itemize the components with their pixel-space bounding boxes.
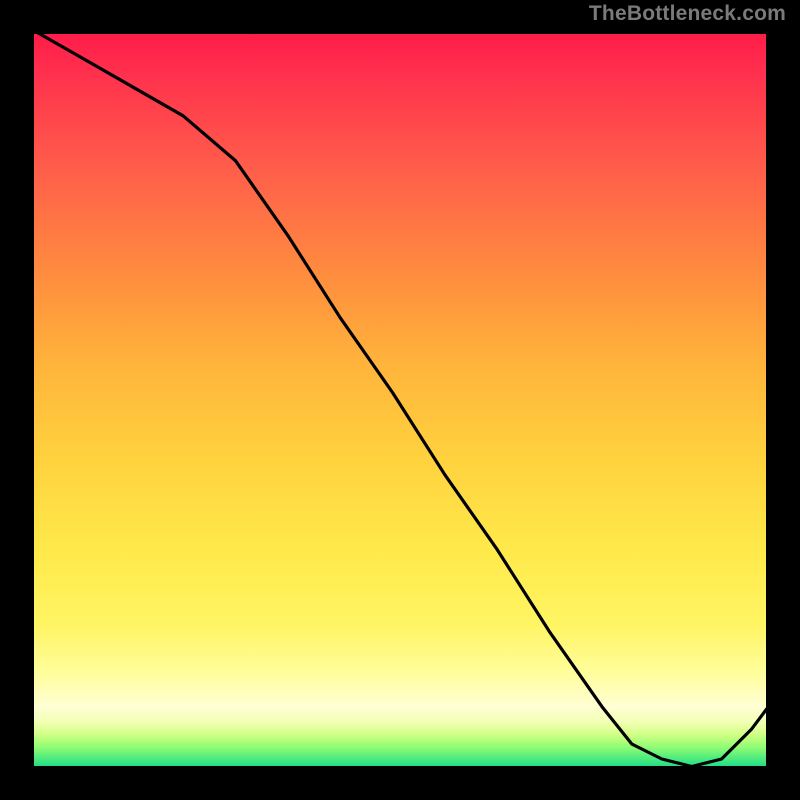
curve-layer (26, 26, 774, 774)
chart-stage: TheBottleneck.com (0, 0, 800, 800)
watermark-text: TheBottleneck.com (589, 2, 786, 26)
plot-area (26, 26, 774, 774)
bottleneck-curve (26, 26, 774, 767)
